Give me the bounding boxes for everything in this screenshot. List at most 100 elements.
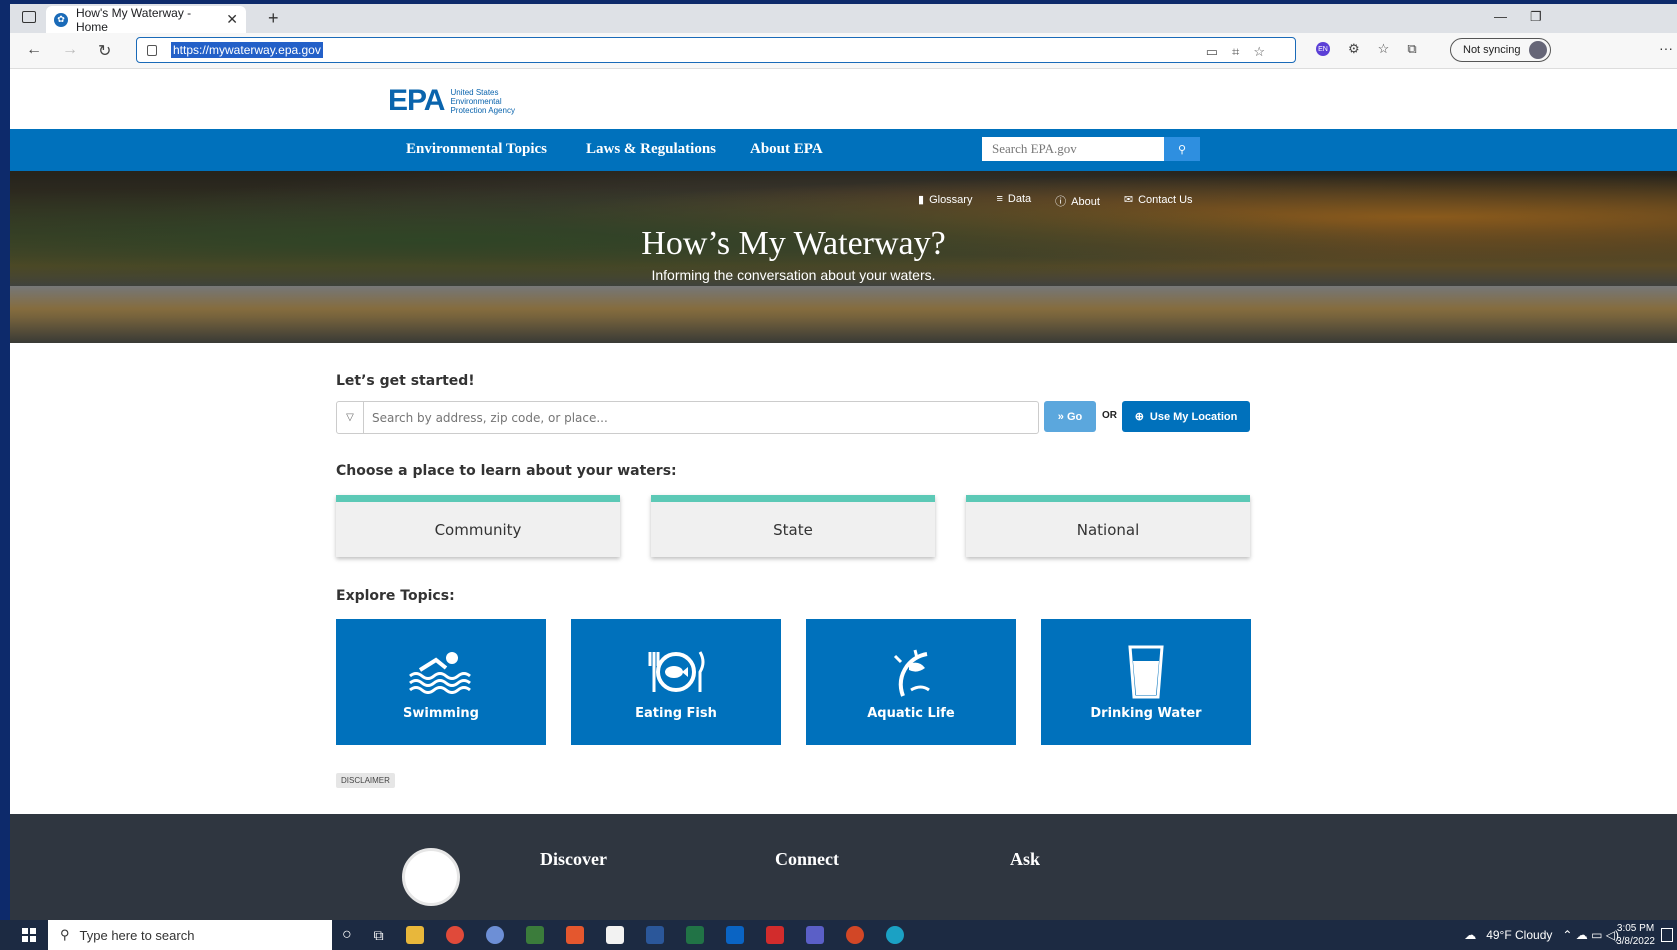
taskbar-search-text: Type here to search xyxy=(79,927,195,943)
task-view-icon[interactable]: ⧉ xyxy=(374,927,384,944)
topic-label: Drinking Water xyxy=(1090,705,1202,721)
location-search: ▽ xyxy=(336,401,1039,434)
office-icon[interactable] xyxy=(565,926,584,944)
tab-actions-icon[interactable] xyxy=(22,11,36,23)
epa-favicon-icon: ✿ xyxy=(54,12,68,27)
taskbar-apps: ○ ⧉ xyxy=(342,926,904,944)
epa-header: EPA United States Environmental Protecti… xyxy=(10,70,1677,129)
restore-icon[interactable]: ❐ xyxy=(1530,9,1542,25)
clock[interactable]: 3:05 PM 3/8/2022 xyxy=(1616,922,1655,948)
file-explorer-icon[interactable] xyxy=(405,926,424,944)
extensions-icon[interactable]: ⚙ xyxy=(1348,41,1360,57)
word-icon[interactable] xyxy=(645,926,664,944)
epa-search-input[interactable]: Search EPA.gov xyxy=(982,137,1164,161)
swimming-icon xyxy=(406,644,476,700)
cortana-icon[interactable]: ○ xyxy=(342,926,352,944)
tray-icons[interactable]: ⌃ ☁ ▭ ◁) xyxy=(1562,928,1619,942)
new-tab-icon[interactable]: + xyxy=(268,8,279,29)
community-card[interactable]: Community xyxy=(336,495,620,557)
epa-logo-sub: United States Environmental Protection A… xyxy=(450,87,515,115)
or-label: OR xyxy=(1102,410,1117,421)
clock-date: 3/8/2022 xyxy=(1616,936,1655,947)
topic-label: Aquatic Life xyxy=(867,705,955,721)
hero-banner: ▮ Glossary ≡ Data ⓘ About ✉ Contact Us How’s… xyxy=(10,171,1677,343)
browser-tab[interactable]: ✿ How's My Waterway - Home ✕ xyxy=(46,5,246,34)
close-tab-icon[interactable]: ✕ xyxy=(226,11,238,28)
acrobat-icon[interactable] xyxy=(765,926,784,944)
go-button[interactable]: » Go xyxy=(1044,401,1096,432)
about-label: About xyxy=(1071,196,1100,208)
footer: Discover Connect Ask xyxy=(10,814,1677,920)
topic-label: Swimming xyxy=(403,705,479,721)
national-card[interactable]: National xyxy=(966,495,1250,557)
water-glass-icon xyxy=(1126,644,1166,700)
outlook-icon[interactable] xyxy=(725,926,744,944)
windows-taskbar: ⚲ Type here to search ○ ⧉ ☁ 49°F Cloudy … xyxy=(0,920,1677,950)
topic-swimming[interactable]: Swimming xyxy=(336,619,546,745)
notification-icon[interactable] xyxy=(1661,928,1673,942)
topic-aquatic-life[interactable]: Aquatic Life xyxy=(806,619,1016,745)
tab-title: How's My Waterway - Home xyxy=(75,5,192,34)
epa-seal-icon xyxy=(402,848,460,906)
hero-water xyxy=(10,286,1677,343)
envelope-icon: ✉ xyxy=(1123,194,1134,206)
refresh-icon[interactable]: ↻ xyxy=(98,41,111,61)
browser-window: ✿ How's My Waterway - Home ✕ + — ❐ ← → ↻… xyxy=(10,4,1677,920)
url-field[interactable]: https://mywaterway.epa.gov ▭⌗☆ xyxy=(136,37,1296,63)
page-subtitle: Informing the conversation about your wa… xyxy=(651,267,936,283)
extension-icon[interactable]: EN xyxy=(1316,42,1330,56)
chrome-icon[interactable] xyxy=(445,926,464,944)
taskbar-search[interactable]: ⚲ Type here to search xyxy=(48,920,332,950)
collections-icon[interactable]: ⧉ xyxy=(1407,41,1416,57)
nav-about-epa[interactable]: About EPA xyxy=(750,141,823,158)
url-text[interactable]: https://mywaterway.epa.gov xyxy=(171,42,323,58)
topic-drinking-water[interactable]: Drinking Water xyxy=(1041,619,1251,745)
data-label: Data xyxy=(1007,193,1032,205)
contact-link[interactable]: ✉ Contact Us xyxy=(1124,193,1193,209)
notepad-icon[interactable] xyxy=(605,926,624,944)
crosshair-icon: ⊕ xyxy=(1134,411,1144,423)
more-icon[interactable]: ··· xyxy=(1659,40,1673,56)
back-icon[interactable]: ← xyxy=(26,41,42,59)
profile-sync-button[interactable]: Not syncing xyxy=(1450,38,1552,62)
footer-connect: Connect xyxy=(775,849,839,869)
search-app-icon[interactable] xyxy=(525,926,544,944)
weather-text[interactable]: 49°F Cloudy xyxy=(1486,928,1552,942)
forward-icon[interactable]: → xyxy=(62,41,78,59)
minimize-icon[interactable]: — xyxy=(1494,9,1507,24)
choose-place-heading: Choose a place to learn about your water… xyxy=(336,463,677,479)
use-my-location-button[interactable]: ⊕ Use My Location xyxy=(1122,401,1250,432)
epa-logo[interactable]: EPA United States Environmental Protecti… xyxy=(388,84,530,118)
search-icon[interactable]: ⚲ xyxy=(1164,137,1200,161)
search-icon: ⚲ xyxy=(60,927,70,942)
footer-discover: Discover xyxy=(540,849,607,869)
nav-environmental-topics[interactable]: Environmental Topics xyxy=(406,141,547,158)
tab-bar: ✿ How's My Waterway - Home ✕ + — ❐ xyxy=(10,4,1677,34)
explore-topics-heading: Explore Topics: xyxy=(336,588,455,604)
chevron-down-icon[interactable]: ▽ xyxy=(337,402,364,433)
data-link[interactable]: ≡ Data xyxy=(996,193,1031,209)
epa-logo-text: EPA xyxy=(388,84,445,117)
favorites-icon[interactable]: ☆ xyxy=(1378,41,1390,57)
disclaimer-button[interactable]: DISCLAIMER xyxy=(336,773,395,788)
state-card[interactable]: State xyxy=(651,495,935,557)
teams-icon[interactable] xyxy=(805,926,824,944)
excel-icon[interactable] xyxy=(685,926,704,944)
glossary-label: Glossary xyxy=(929,194,973,206)
avatar xyxy=(1529,41,1548,59)
info-icon: ⓘ xyxy=(1055,196,1067,208)
edge-icon[interactable] xyxy=(885,926,904,944)
powerpoint-icon[interactable] xyxy=(845,926,864,944)
app-icon[interactable] xyxy=(485,926,504,944)
aquatic-life-icon xyxy=(885,644,937,700)
nav-laws-regulations[interactable]: Laws & Regulations xyxy=(586,141,716,158)
location-label: Use My Location xyxy=(1149,410,1238,423)
location-search-input[interactable] xyxy=(364,410,1038,425)
topic-eating-fish[interactable]: Eating Fish xyxy=(571,619,781,745)
about-link[interactable]: ⓘ About xyxy=(1055,193,1100,209)
hero-links: ▮ Glossary ≡ Data ⓘ About ✉ Contact Us xyxy=(918,193,1193,209)
url-actions-icon[interactable]: ▭⌗☆ xyxy=(1206,44,1279,60)
topic-label: Eating Fish xyxy=(635,705,717,721)
windows-start-icon[interactable] xyxy=(22,928,36,942)
glossary-link[interactable]: ▮ Glossary xyxy=(918,193,972,209)
